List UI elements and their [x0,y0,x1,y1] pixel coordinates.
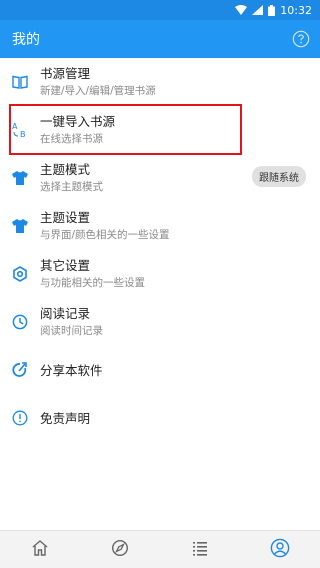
menu-item-title: 主题模式 [40,162,91,177]
menu-item-subtitle: 与功能相关的一些设置 [40,277,145,289]
menu-item-subtitle: 选择主题模式 [40,181,103,193]
menu-item-title: 分享本软件 [40,362,103,378]
menu-item-book-source-management[interactable]: 书源管理新建/导入/编辑/管理书源 [0,58,320,106]
menu-item-texts: 其它设置与功能相关的一些设置 [40,257,145,291]
menu-item-subtitle: 在线选择书源 [40,133,103,145]
svg-text:A: A [12,122,18,131]
theme-mode-chip[interactable]: 跟随系统 [252,166,306,187]
menu-item-texts: 主题模式选择主题模式 [40,161,103,195]
menu-item-texts: 书源管理新建/导入/编辑/管理书源 [40,65,156,99]
menu-item-title: 一键导入书源 [40,114,116,129]
nav-discover-button[interactable] [100,531,140,568]
menu-item-texts: 免责声明 [40,410,90,427]
nav-home-button[interactable] [20,531,60,568]
menu-item-texts: 阅读记录阅读时间记录 [40,305,103,339]
menu-item-subtitle: 新建/导入/编辑/管理书源 [40,85,156,97]
menu-item-title: 阅读记录 [40,306,91,321]
bottom-navigation [0,530,320,568]
menu-item-texts: 主题设置与界面/颜色相关的一些设置 [40,209,170,243]
menu-item-title: 免责声明 [40,410,91,426]
menu-item-title: 其它设置 [40,258,91,273]
menu-item-one-click-import-source[interactable]: A B 一键导入书源 在线选择书源 [0,106,320,154]
menu-item-disclaimer[interactable]: 免责声明 [0,394,320,442]
help-icon[interactable] [292,30,310,48]
menu-list: 书源管理 新建/导入/编辑/管理书源 A B 一键导入书源 在线选择书源 主题模式 选择主题模… [0,58,320,442]
menu-item-subtitle: 阅读时间记录 [40,325,103,337]
page-title: 我的 [12,32,40,48]
tshirt-icon [10,168,30,188]
battery-icon [268,4,276,16]
menu-item-theme-mode[interactable]: 主题模式选择主题模式 跟随系统 [0,154,320,202]
nav-list-button[interactable] [180,531,220,568]
nav-profile-button[interactable] [260,531,300,568]
wifi-icon [235,5,248,15]
menu-item-texts: 一键导入书源 在线选择书源 [40,113,115,147]
translate-icon: AB [10,120,30,140]
home-icon [31,539,49,561]
compass-icon [111,539,129,561]
app-bar: 我的 [0,20,320,58]
menu-item-texts: 分享本软件 [40,362,103,379]
gear-icon [10,264,30,284]
book-icon [10,72,30,92]
menu-item-share-app[interactable]: 分享本软件 [0,346,320,394]
signal-icon [252,5,264,15]
list-icon [191,539,209,561]
tshirt-icon [10,216,30,236]
menu-item-other-settings[interactable]: 其它设置与功能相关的一些设置 [0,250,320,298]
menu-item-title: 书源管理 [40,66,91,81]
menu-item-reading-history[interactable]: 阅读记录阅读时间记录 [0,298,320,346]
share-icon [10,360,30,380]
svg-text:B: B [20,130,26,139]
menu-item-subtitle: 与界面/颜色相关的一些设置 [40,229,170,241]
clock-icon [10,312,30,332]
menu-item-theme-settings[interactable]: 主题设置与界面/颜色相关的一些设置 [0,202,320,250]
info-icon [10,408,30,428]
person-icon [270,538,290,562]
menu-item-title: 主题设置 [40,210,91,225]
status-time: 10:32 [280,3,312,17]
status-bar: 10:32 [0,0,320,20]
